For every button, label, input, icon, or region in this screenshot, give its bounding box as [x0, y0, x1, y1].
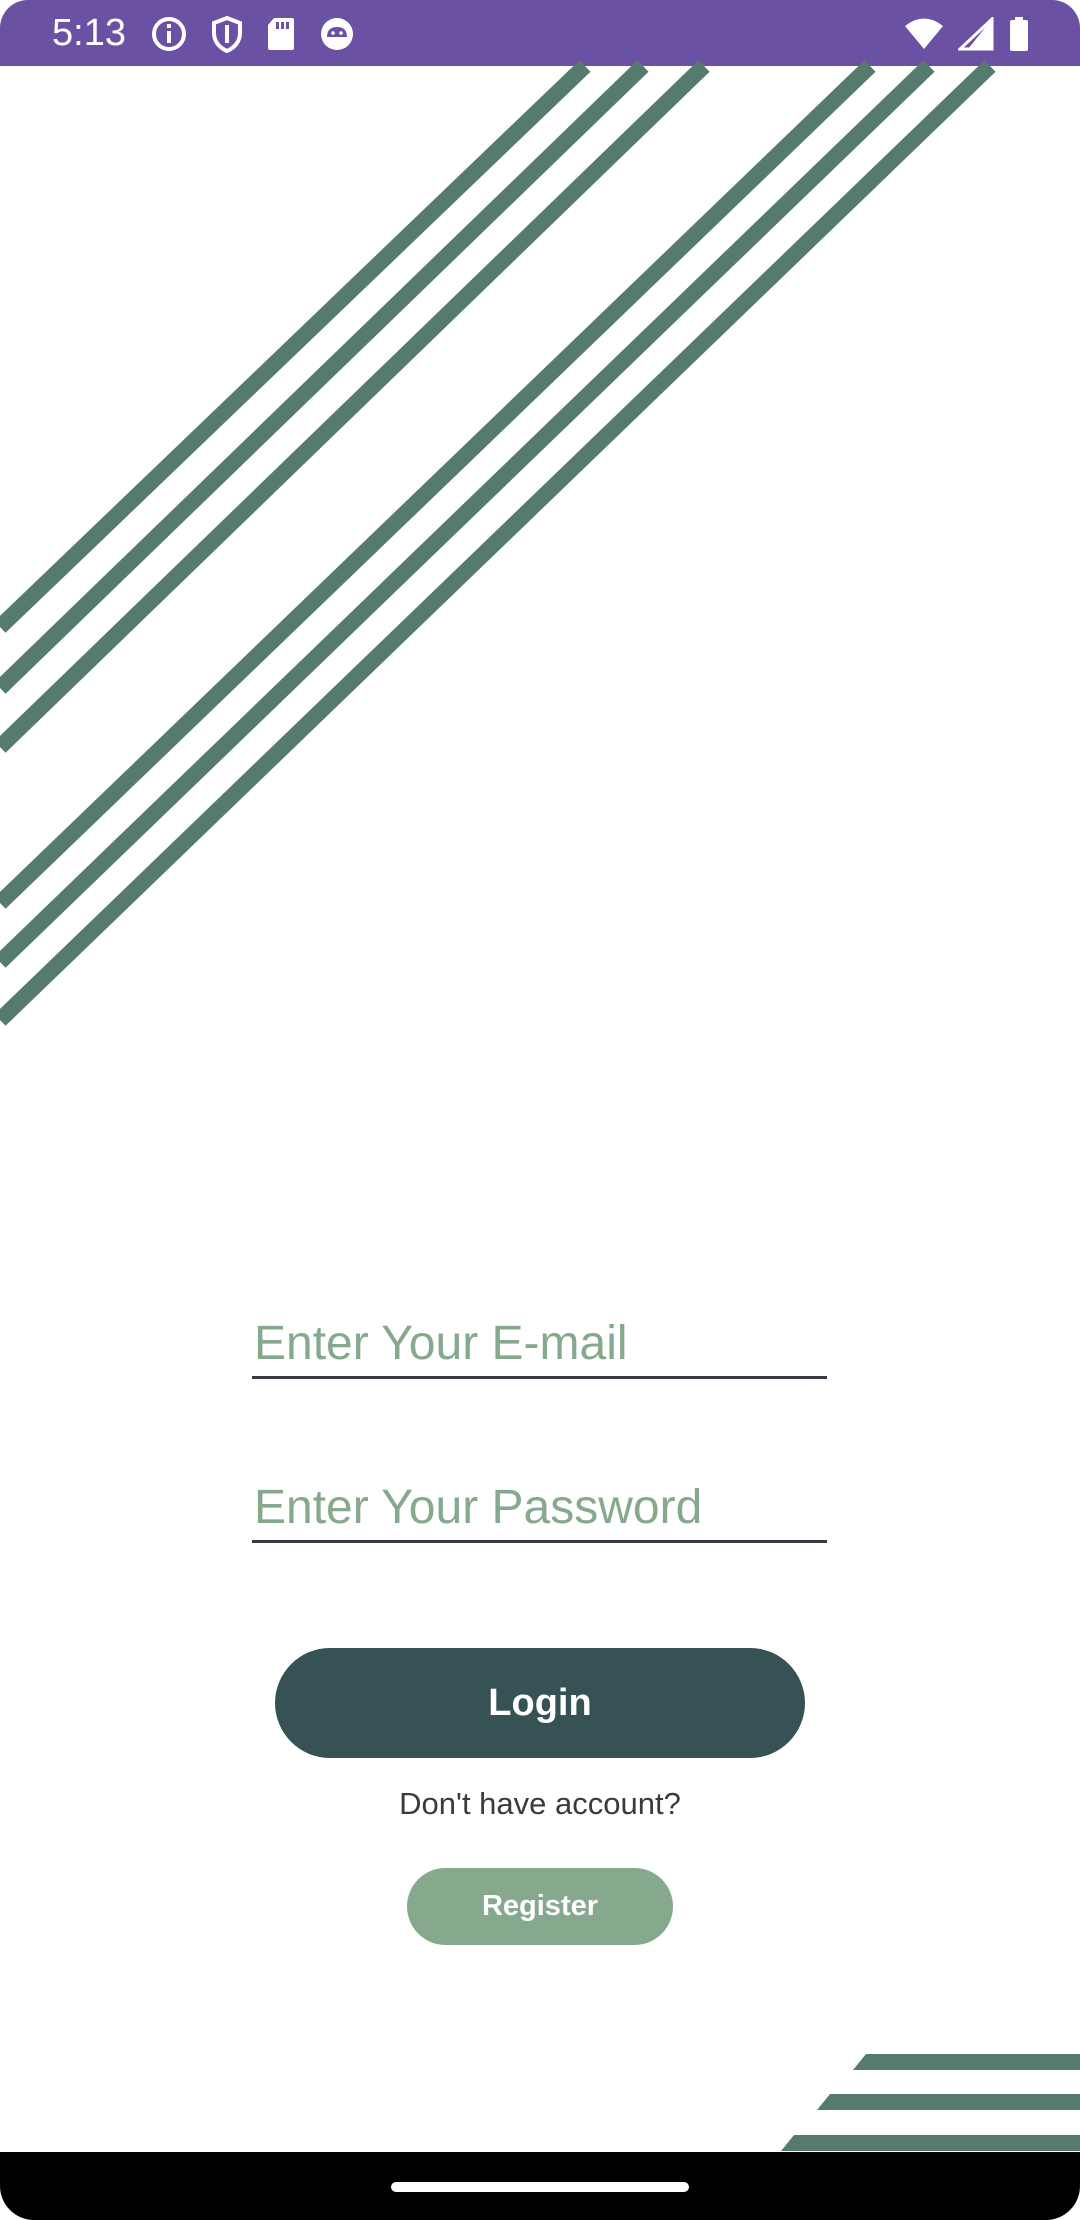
register-button[interactable]: Register [407, 1868, 673, 1945]
login-button[interactable]: Login [275, 1648, 805, 1758]
no-account-text: Don't have account? [399, 1786, 681, 1821]
password-field[interactable] [252, 1474, 831, 1543]
email-input[interactable] [252, 1310, 831, 1376]
decorative-stripes-top [0, 60, 996, 1026]
home-indicator[interactable] [391, 2182, 689, 2192]
email-field[interactable] [252, 1310, 831, 1379]
password-input[interactable] [252, 1474, 831, 1540]
